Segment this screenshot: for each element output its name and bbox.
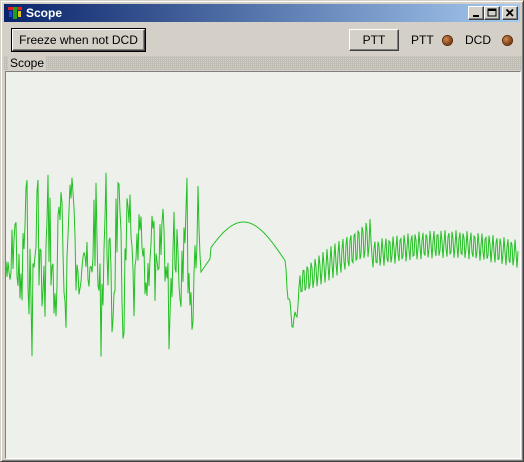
dcd-led-icon [503, 36, 512, 45]
waveform-trace [6, 172, 519, 357]
scope-group-header: Scope [4, 56, 522, 70]
maximize-icon [487, 8, 497, 17]
dcd-indicator-label: DCD [465, 33, 491, 47]
close-icon [505, 8, 514, 17]
title-bar[interactable]: Scope [4, 4, 520, 22]
scope-window: Scope Freeze when not DCD PTT PTT DCD Sc… [0, 0, 524, 462]
minimize-icon [473, 15, 479, 17]
scope-trace [6, 172, 519, 357]
ptt-led-icon [443, 36, 452, 45]
scope-display [5, 71, 521, 459]
freeze-when-not-dcd-button[interactable]: Freeze when not DCD [11, 28, 146, 52]
ptt-indicator-label: PTT [411, 33, 434, 47]
app-icon [7, 5, 23, 21]
maximize-button[interactable] [484, 6, 500, 20]
scope-group-label: Scope [8, 56, 47, 70]
close-button[interactable] [502, 6, 518, 20]
minimize-button[interactable] [468, 6, 484, 20]
ptt-button[interactable]: PTT [349, 29, 399, 51]
window-title: Scope [26, 6, 63, 20]
